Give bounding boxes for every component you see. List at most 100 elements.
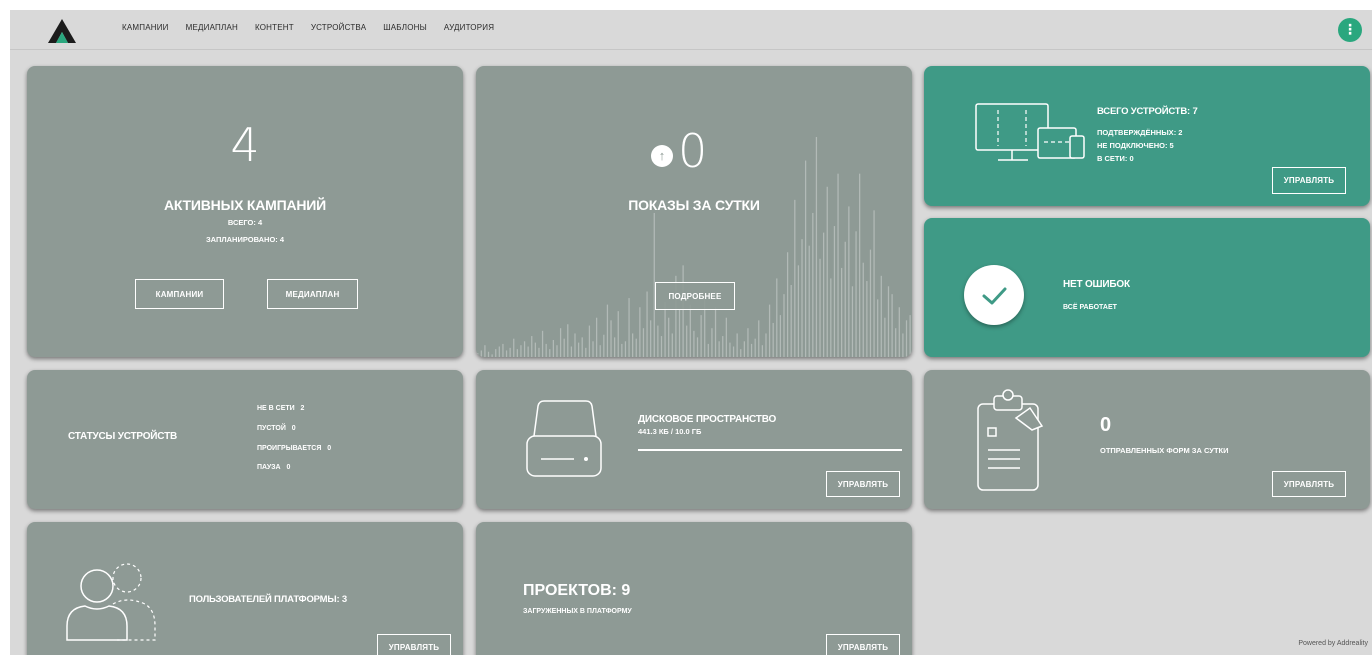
impressions-bar — [671, 333, 673, 357]
impressions-bar — [750, 343, 753, 357]
impressions-up-arrow-icon: ↑ — [651, 145, 673, 167]
impressions-details-button[interactable]: ПОДРОБНЕЕ — [655, 282, 735, 310]
impressions-bar — [577, 342, 580, 357]
impressions-bar — [686, 325, 688, 357]
impressions-bar — [898, 307, 900, 357]
impressions-bar — [624, 341, 627, 357]
devices-online: В СЕТИ: 0 — [1097, 154, 1134, 163]
forms-card: 0 ОТПРАВЛЕННЫХ ФОРМ ЗА СУТКИ УПРАВЛЯТЬ — [924, 370, 1370, 509]
impressions-bar — [776, 278, 778, 357]
impressions-bar — [891, 294, 893, 357]
more-menu-icon[interactable]: ⋮ — [1338, 18, 1362, 42]
impressions-bar — [819, 258, 821, 357]
impressions-bar — [660, 336, 663, 357]
impressions-bar — [592, 341, 594, 357]
impressions-bar — [711, 328, 713, 357]
errors-subtitle: ВСЁ РАБОТАЕТ — [1063, 304, 1117, 311]
impressions-bar — [729, 342, 731, 357]
impressions-bar — [797, 265, 800, 357]
impressions-bar — [614, 337, 616, 357]
devices-manage-button[interactable]: УПРАВЛЯТЬ — [1272, 167, 1346, 194]
impressions-bar — [851, 286, 854, 357]
impressions-bar — [523, 341, 526, 357]
impressions-count: 0 — [678, 124, 708, 178]
forms-manage-button[interactable]: УПРАВЛЯТЬ — [1272, 471, 1346, 497]
impressions-bar — [487, 351, 490, 357]
impressions-bar — [761, 345, 763, 357]
impressions-bar — [830, 278, 832, 357]
impressions-bar — [646, 291, 648, 357]
forms-title: ОТПРАВЛЕННЫХ ФОРМ ЗА СУТКИ — [1100, 446, 1229, 455]
projects-subtitle: ЗАГРУЖЕННЫХ В ПЛАТФОРМУ — [523, 608, 632, 615]
projects-manage-button[interactable]: УПРАВЛЯТЬ — [826, 634, 900, 655]
impressions-bar — [740, 349, 742, 357]
status-label: ПУСТОЙ — [257, 425, 286, 432]
impressions-bar — [509, 347, 511, 357]
impressions-bar — [765, 333, 767, 357]
main-nav: КАМПАНИИ МЕДИАПЛАН КОНТЕНТ УСТРОЙСТВА ША… — [122, 23, 494, 32]
users-manage-button[interactable]: УПРАВЛЯТЬ — [377, 634, 451, 655]
addreality-logo-icon[interactable] — [46, 17, 78, 45]
active-campaigns-count: 4 — [230, 118, 260, 172]
impressions-bar — [841, 267, 843, 357]
impressions-bar — [909, 315, 911, 357]
projects-card: ПРОЕКТОВ: 9 ЗАГРУЖЕННЫХ В ПЛАТФОРМУ УПРА… — [476, 522, 912, 655]
disk-space-title: ДИСКОВОЕ ПРОСТРАНСТВО — [638, 414, 777, 425]
impressions-bar — [617, 311, 619, 357]
impressions-bar — [657, 325, 659, 357]
status-label: ПАУЗА — [257, 464, 281, 471]
impressions-bar — [639, 307, 641, 357]
devices-confirmed: ПОДТВЕРЖДЁННЫХ: 2 — [1097, 128, 1183, 137]
impressions-bar — [650, 320, 652, 357]
nav-audience[interactable]: АУДИТОРИЯ — [444, 23, 494, 32]
mediaplan-button[interactable]: МЕДИАПЛАН — [267, 279, 358, 309]
impressions-bar — [534, 342, 536, 357]
nav-devices[interactable]: УСТРОЙСТВА — [311, 23, 366, 32]
nav-mediaplan[interactable]: МЕДИАПЛАН — [186, 23, 238, 32]
status-value: 0 — [291, 425, 296, 432]
impressions-bar — [588, 325, 591, 357]
campaigns-scheduled: ЗАПЛАНИРОВАНО: 4 — [205, 235, 285, 244]
impressions-bar — [848, 206, 850, 357]
impressions-bar — [815, 137, 818, 357]
disk-manage-button[interactable]: УПРАВЛЯТЬ — [826, 471, 900, 497]
impressions-bar — [786, 252, 789, 357]
status-row-empty: ПУСТОЙ 0 — [257, 425, 296, 432]
impressions-bar — [595, 317, 598, 357]
impressions-bar — [531, 336, 533, 357]
impressions-bar — [700, 315, 702, 357]
status-label: ПРОИГРЫВАЕТСЯ — [257, 445, 322, 452]
impressions-bar — [714, 307, 717, 357]
device-statuses-title: СТАТУСЫ УСТРОЙСТВ — [68, 431, 178, 442]
hard-drive-icon — [526, 400, 602, 477]
devices-icon — [975, 103, 1085, 161]
nav-templates[interactable]: ШАБЛОНЫ — [383, 23, 427, 32]
disk-usage-bar — [638, 449, 902, 451]
app-window: КАМПАНИИ МЕДИАПЛАН КОНТЕНТ УСТРОЙСТВА ША… — [10, 10, 1372, 655]
impressions-bar — [574, 333, 576, 357]
forms-count: 0 — [1100, 414, 1112, 436]
impressions-bar — [855, 231, 857, 357]
impressions-bar — [527, 346, 529, 357]
impressions-bar — [632, 333, 634, 357]
campaigns-total: ВСЕГО: 4 — [227, 218, 263, 227]
impressions-bar — [606, 304, 609, 357]
status-row-offline: НЕ В СЕТИ 2 — [257, 405, 304, 412]
impressions-bar — [538, 347, 540, 357]
impressions-bar — [772, 322, 774, 357]
campaigns-button[interactable]: КАМПАНИИ — [135, 279, 224, 309]
impressions-bar — [599, 345, 601, 357]
status-value: 0 — [286, 464, 291, 471]
clipboard-icon — [977, 389, 1044, 491]
impressions-bar — [905, 320, 908, 357]
nav-campaigns[interactable]: КАМПАНИИ — [122, 23, 169, 32]
impressions-bar — [585, 347, 587, 357]
nav-content[interactable]: КОНТЕНТ — [255, 23, 294, 32]
devices-total: ВСЕГО УСТРОЙСТВ: 7 — [1097, 106, 1198, 117]
impressions-bar — [758, 320, 760, 357]
impressions-bar — [718, 341, 720, 357]
impressions-bar — [635, 338, 637, 357]
impressions-bar — [862, 262, 864, 357]
impressions-bar — [520, 345, 522, 357]
impressions-bar — [541, 330, 544, 357]
